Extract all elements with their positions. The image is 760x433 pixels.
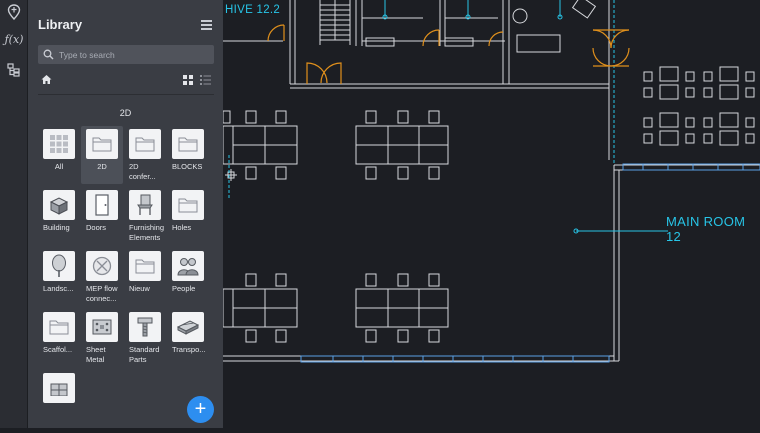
list-view-icon[interactable] [200, 75, 211, 85]
grid-view-icon[interactable] [183, 75, 193, 85]
library-item-people[interactable]: People [167, 248, 209, 306]
library-item-label: People [172, 284, 196, 293]
section-title: 2D [119, 108, 132, 118]
door-icon [86, 190, 118, 220]
library-item-label: Transpo... [172, 345, 206, 354]
library-item-label: 2D [97, 162, 107, 171]
library-item-transport[interactable]: Transpo... [167, 309, 209, 367]
menu-icon[interactable] [201, 20, 212, 30]
window-icon [43, 373, 75, 403]
library-item-label: Sheet Metal [86, 345, 106, 364]
search-icon [43, 49, 54, 60]
library-item-sheet-metal[interactable]: Sheet Metal [81, 309, 123, 367]
grid-icon [43, 129, 75, 159]
bolt-icon [129, 312, 161, 342]
library-item-doors[interactable]: Doors [81, 187, 123, 245]
library-item-label: Scaffol... [43, 345, 73, 354]
folder-icon [172, 129, 204, 159]
library-item-blocks[interactable]: BLOCKS [167, 126, 209, 184]
room-label-hive[interactable]: HIVE 12.2 [225, 4, 280, 16]
add-button[interactable]: + [187, 396, 214, 423]
library-item-standard-parts[interactable]: Standard Parts [124, 309, 166, 367]
tree-structure-icon[interactable] [5, 61, 23, 79]
library-item-label: BLOCKS [172, 162, 203, 171]
library-item-label: 2D confer... [129, 162, 156, 181]
library-item-label: Nieuw [129, 284, 150, 293]
library-item-nieuw[interactable]: Nieuw [124, 248, 166, 306]
people-icon [172, 251, 204, 281]
folder-icon [172, 190, 204, 220]
mep-icon [86, 251, 118, 281]
function-icon[interactable]: ƒ(x) [5, 30, 24, 48]
folder-icon [43, 312, 75, 342]
map-pin-icon[interactable] [5, 3, 23, 21]
library-item-label: Doors [86, 223, 107, 232]
library-item-label: MEP flow connec... [86, 284, 118, 303]
library-item-window[interactable] [38, 370, 80, 428]
home-icon[interactable] [41, 74, 52, 85]
drawing-canvas[interactable]: HIVE 12.2 MAIN ROOM 12 [222, 0, 760, 428]
library-item-scaffolding[interactable]: Scaffol... [38, 309, 80, 367]
library-item-label: Landsc... [43, 284, 74, 293]
library-item-label: All [54, 162, 64, 171]
library-item-landscape[interactable]: Landsc... [38, 248, 80, 306]
library-item-2d[interactable]: 2D [81, 126, 123, 184]
left-toolbar: ƒ(x) [0, 0, 28, 428]
library-item-label: Building [43, 223, 70, 232]
library-item-label: Furnishing Elements [129, 223, 165, 242]
library-item-label: Standard Parts [129, 345, 160, 364]
train-icon [172, 312, 204, 342]
divider [38, 94, 214, 95]
library-item-2d-conference[interactable]: 2D confer... [124, 126, 166, 184]
tree-icon [43, 251, 75, 281]
library-item-all[interactable]: All [38, 126, 80, 184]
library-item-holes[interactable]: Holes [167, 187, 209, 245]
folder-icon [129, 251, 161, 281]
sheet-metal-icon [86, 312, 118, 342]
library-panel: Library 2D All 2D 2D confer... BLOCKS [28, 0, 223, 428]
search-input[interactable] [38, 45, 214, 64]
folder-icon [86, 129, 118, 159]
building-icon [43, 190, 75, 220]
folder-icon [129, 129, 161, 159]
library-item-furnishing-elements[interactable]: Furnishing Elements [124, 187, 166, 245]
library-item-building[interactable]: Building [38, 187, 80, 245]
room-label-main-room[interactable]: MAIN ROOM 12 [666, 214, 760, 244]
chair-icon [129, 190, 161, 220]
library-item-label: Holes [172, 223, 192, 232]
library-item-mep-flow[interactable]: MEP flow connec... [81, 248, 123, 306]
library-title: Library [38, 17, 83, 32]
